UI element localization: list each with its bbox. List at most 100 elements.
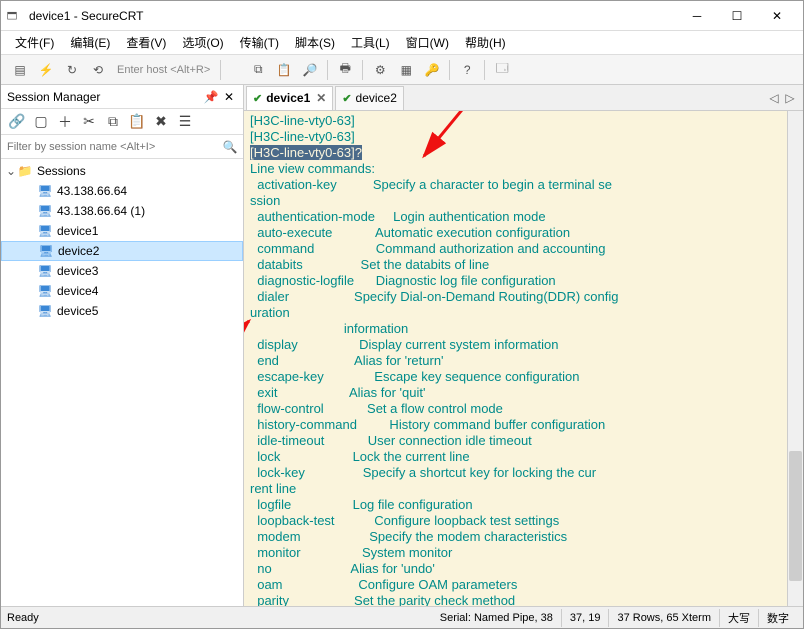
- tree-root-label: Sessions: [37, 164, 86, 178]
- toolbar-sep: [220, 60, 221, 80]
- terminal-icon: 🖥: [37, 203, 53, 219]
- maximize-button[interactable]: ☐: [717, 2, 757, 30]
- session-item-label: device1: [57, 224, 98, 238]
- terminal-icon: 🖥: [37, 283, 53, 299]
- tab-bar: ✔ device1 ✕ ✔ device2 ◁ ▷: [244, 85, 803, 111]
- toolbar-sep: [484, 60, 485, 80]
- session-item-label: device2: [58, 244, 99, 258]
- cut-icon[interactable]: ✂: [79, 112, 99, 132]
- securefx-icon[interactable]: 🗔: [491, 59, 513, 81]
- session-item[interactable]: 🖥 43.138.66.64 (1): [1, 201, 243, 221]
- paste-icon[interactable]: 📋: [273, 59, 295, 81]
- folder-icon: 📁: [17, 163, 33, 179]
- menu-file[interactable]: 文件(F): [7, 32, 62, 53]
- menu-script[interactable]: 脚本(S): [287, 32, 343, 53]
- menu-view[interactable]: 查看(V): [118, 32, 174, 53]
- status-caps: 大写: [720, 609, 759, 627]
- key-icon[interactable]: 🔑: [421, 59, 443, 81]
- tab[interactable]: ✔ device1 ✕: [246, 86, 333, 110]
- titlebar: device1 - SecureCRT ─ ☐ ✕: [1, 1, 803, 31]
- tree-root[interactable]: ⌄ 📁 Sessions: [1, 161, 243, 181]
- tab-label: device1: [266, 91, 310, 105]
- session-item-label: 43.138.66.64 (1): [57, 204, 145, 218]
- menu-tools[interactable]: 工具(L): [343, 32, 398, 53]
- reconnect-icon[interactable]: ↻: [61, 59, 83, 81]
- terminal-icon: 🖥: [37, 223, 53, 239]
- menu-options[interactable]: 选项(O): [174, 32, 231, 53]
- terminal-scrollbar[interactable]: [787, 111, 803, 606]
- session-item[interactable]: 🖥 device5: [1, 301, 243, 321]
- pin-icon[interactable]: 📌: [203, 89, 219, 105]
- host-input[interactable]: Enter host <Alt+R>: [111, 64, 216, 76]
- terminal[interactable]: [H3C-line-vty0-63] [H3C-line-vty0-63] [H…: [244, 111, 803, 606]
- status-size: 37 Rows, 65 Xterm: [609, 609, 720, 627]
- menubar: 文件(F) 编辑(E) 查看(V) 选项(O) 传输(T) 脚本(S) 工具(L…: [1, 31, 803, 55]
- tab[interactable]: ✔ device2: [335, 86, 404, 110]
- status-position: 37, 19: [562, 609, 610, 627]
- close-button[interactable]: ✕: [757, 2, 797, 30]
- menu-transfer[interactable]: 传输(T): [232, 32, 287, 53]
- tab-close-icon[interactable]: ✕: [316, 91, 326, 105]
- connected-icon: ✔: [253, 92, 262, 105]
- terminal-output[interactable]: [H3C-line-vty0-63] [H3C-line-vty0-63] [H…: [244, 111, 787, 606]
- session-manager-title: Session Manager: [7, 90, 100, 104]
- session-item-label: device3: [57, 264, 98, 278]
- session-item[interactable]: 🖥 device4: [1, 281, 243, 301]
- find-icon[interactable]: 🔎: [299, 59, 321, 81]
- status-serial: Serial: Named Pipe, 38: [432, 609, 562, 627]
- session-item[interactable]: 🖥 43.138.66.64: [1, 181, 243, 201]
- tab-label: device2: [356, 91, 397, 105]
- panel-close-icon[interactable]: ✕: [221, 89, 237, 105]
- session-item[interactable]: 🖥 device3: [1, 261, 243, 281]
- session-options-icon[interactable]: ▦: [395, 59, 417, 81]
- status-ready: Ready: [7, 612, 432, 624]
- session-manager-panel: Session Manager 📌 ✕ 🔗 ▢ ＋ ✂ ⧉ 📋 ✖ ☰ 🔍 ⌄ …: [1, 85, 244, 606]
- quick-connect-icon[interactable]: ⚡: [35, 59, 57, 81]
- scrollbar-thumb[interactable]: [789, 451, 802, 581]
- copy-session-icon[interactable]: ⧉: [103, 112, 123, 132]
- terminal-icon: 🖥: [38, 243, 54, 259]
- session-item-label: device5: [57, 304, 98, 318]
- terminal-area: ✔ device1 ✕ ✔ device2 ◁ ▷ [H3C-line-vty0-63]…: [244, 85, 803, 606]
- terminal-icon: 🖥: [37, 303, 53, 319]
- menu-help[interactable]: 帮助(H): [457, 32, 514, 53]
- menu-edit[interactable]: 编辑(E): [62, 32, 118, 53]
- session-item[interactable]: 🖥 device1: [1, 221, 243, 241]
- reconnect-all-icon[interactable]: ⟲: [87, 59, 109, 81]
- session-item[interactable]: 🖥 device2: [1, 241, 243, 261]
- toolbar-sep: [362, 60, 363, 80]
- settings-icon[interactable]: ⚙: [369, 59, 391, 81]
- help-icon[interactable]: ?: [456, 59, 478, 81]
- link-icon[interactable]: 🔗: [7, 112, 27, 132]
- search-icon[interactable]: 🔍: [221, 138, 239, 156]
- minimize-button[interactable]: ─: [677, 2, 717, 30]
- copy-icon[interactable]: ⧉: [247, 59, 269, 81]
- tab-next-icon[interactable]: ▷: [783, 91, 797, 105]
- print-icon[interactable]: 🖶: [334, 59, 356, 81]
- session-toolbar: 🔗 ▢ ＋ ✂ ⧉ 📋 ✖ ☰: [1, 109, 243, 135]
- connected-icon: ✔: [342, 92, 351, 105]
- properties-icon[interactable]: ☰: [175, 112, 195, 132]
- session-item-label: device4: [57, 284, 98, 298]
- menu-window[interactable]: 窗口(W): [398, 32, 457, 53]
- delete-icon[interactable]: ✖: [151, 112, 171, 132]
- session-filter-input[interactable]: [5, 139, 221, 155]
- new-session-icon[interactable]: ▢: [31, 112, 51, 132]
- session-tree: ⌄ 📁 Sessions 🖥 43.138.66.64 🖥 43.138.66.64 …: [1, 159, 243, 606]
- toolbar-sep: [327, 60, 328, 80]
- session-manager-toggle-icon[interactable]: ▤: [9, 59, 31, 81]
- toolbar: ▤ ⚡ ↻ ⟲ Enter host <Alt+R> ⧉ 📋 🔎 🖶 ⚙ ▦ 🔑…: [1, 55, 803, 85]
- status-num: 数字: [759, 609, 797, 627]
- session-item-label: 43.138.66.64: [57, 184, 127, 198]
- terminal-icon: 🖥: [37, 263, 53, 279]
- main-area: Session Manager 📌 ✕ 🔗 ▢ ＋ ✂ ⧉ 📋 ✖ ☰ 🔍 ⌄ …: [1, 85, 803, 606]
- toolbar-sep: [449, 60, 450, 80]
- window-title: device1 - SecureCRT: [29, 9, 677, 23]
- terminal-icon: 🖥: [37, 183, 53, 199]
- app-icon: [7, 8, 23, 24]
- paste-session-icon[interactable]: 📋: [127, 112, 147, 132]
- tab-prev-icon[interactable]: ◁: [767, 91, 781, 105]
- statusbar: Ready Serial: Named Pipe, 38 37, 19 37 R…: [1, 606, 803, 628]
- add-icon[interactable]: ＋: [55, 112, 75, 132]
- collapse-icon[interactable]: ⌄: [5, 164, 17, 178]
